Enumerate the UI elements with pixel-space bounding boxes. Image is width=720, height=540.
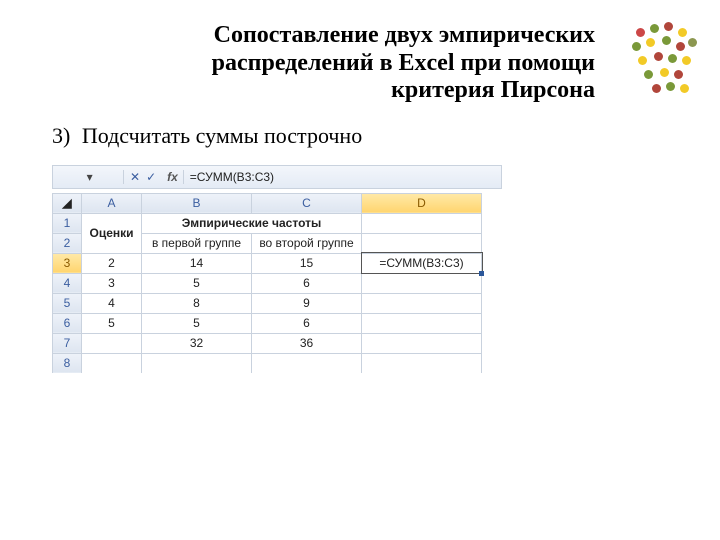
name-box[interactable]: ▾ — [53, 170, 124, 184]
cell-a7[interactable] — [82, 333, 142, 353]
row-header-8[interactable]: 8 — [53, 353, 82, 373]
row-header-4[interactable]: 4 — [53, 273, 82, 293]
col-header-d[interactable]: D — [362, 193, 482, 213]
step-line: 3) Подсчитать суммы построчно — [52, 123, 690, 149]
row-header-6[interactable]: 6 — [53, 313, 82, 333]
row-header-5[interactable]: 5 — [53, 293, 82, 313]
cell-d3-formula[interactable]: =СУММ(B3:C3) — [362, 253, 482, 273]
select-all-corner[interactable]: ◢ — [53, 193, 82, 213]
cell-b4[interactable]: 5 — [142, 273, 252, 293]
cell-a4[interactable]: 3 — [82, 273, 142, 293]
slide: Сопоставление двух эмпирических распреде… — [0, 0, 720, 540]
step-number: 3) — [52, 123, 70, 148]
row-header-7[interactable]: 7 — [53, 333, 82, 353]
cell-d1[interactable] — [362, 213, 482, 233]
cell-b8[interactable] — [142, 353, 252, 373]
cell-c4[interactable]: 6 — [252, 273, 362, 293]
cell-c7[interactable]: 36 — [252, 333, 362, 353]
cell-b3[interactable]: 14 — [142, 253, 252, 273]
cell-c8[interactable] — [252, 353, 362, 373]
cell-a3[interactable]: 2 — [82, 253, 142, 273]
row-header-3[interactable]: 3 — [53, 253, 82, 273]
cell-c5[interactable]: 9 — [252, 293, 362, 313]
col-header-b[interactable]: B — [142, 193, 252, 213]
col-header-a[interactable]: A — [82, 193, 142, 213]
row-header-1[interactable]: 1 — [53, 213, 82, 233]
cell-c2[interactable]: во второй группе — [252, 233, 362, 253]
cancel-icon[interactable]: ✕ — [130, 170, 140, 184]
cell-a8[interactable] — [82, 353, 142, 373]
formula-bar[interactable]: ▾ ✕ ✓ fx =СУММ(B3:C3) — [52, 165, 502, 189]
cell-d8[interactable] — [362, 353, 482, 373]
cell-a5[interactable]: 4 — [82, 293, 142, 313]
cell-c6[interactable]: 6 — [252, 313, 362, 333]
enter-icon[interactable]: ✓ — [146, 170, 156, 184]
formula-text[interactable]: =СУММ(B3:C3) — [184, 170, 501, 184]
excel-fragment: ▾ ✕ ✓ fx =СУММ(B3:C3) ◢ A B C D 1 Оце — [52, 165, 502, 373]
cell-b7[interactable]: 32 — [142, 333, 252, 353]
cell-a1[interactable]: Оценки — [82, 213, 142, 253]
formula-bar-icons: ✕ ✓ — [124, 170, 162, 184]
decorative-dots — [628, 22, 698, 102]
spreadsheet[interactable]: ◢ A B C D 1 Оценки Эмпирические частоты … — [52, 193, 482, 373]
col-header-c[interactable]: C — [252, 193, 362, 213]
step-text: Подсчитать суммы построчно — [82, 123, 362, 148]
cell-d2[interactable] — [362, 233, 482, 253]
cell-bc1[interactable]: Эмпирические частоты — [142, 213, 362, 233]
cell-c3[interactable]: 15 — [252, 253, 362, 273]
cell-d6[interactable] — [362, 313, 482, 333]
cell-b2[interactable]: в первой группе — [142, 233, 252, 253]
cell-d4[interactable] — [362, 273, 482, 293]
cell-d7[interactable] — [362, 333, 482, 353]
cell-b6[interactable]: 5 — [142, 313, 252, 333]
slide-title: Сопоставление двух эмпирических распреде… — [150, 22, 595, 105]
row-header-2[interactable]: 2 — [53, 233, 82, 253]
cell-b5[interactable]: 8 — [142, 293, 252, 313]
cell-d5[interactable] — [362, 293, 482, 313]
cell-a6[interactable]: 5 — [82, 313, 142, 333]
fx-icon[interactable]: fx — [162, 170, 184, 184]
